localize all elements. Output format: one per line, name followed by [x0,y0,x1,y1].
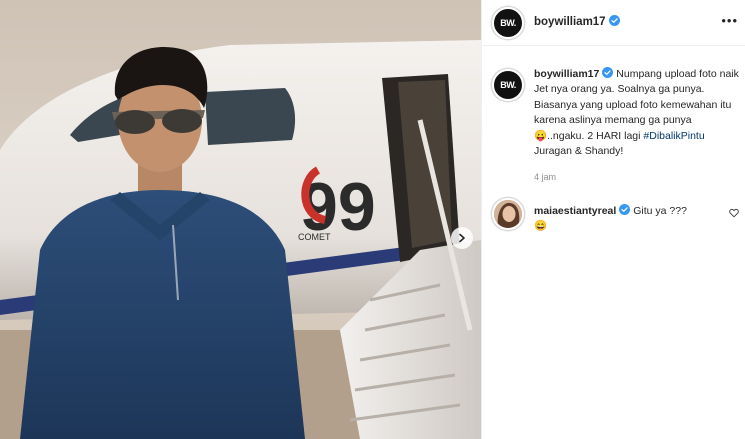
comment-body: Gitu ya ??? [633,205,687,217]
more-options-button[interactable]: ••• [721,14,738,27]
post-photo[interactable]: 99 COMET [0,0,481,439]
post-header: BW. boywilliam17 ••• [482,0,745,46]
hashtag-link[interactable]: #DibalikPintu [643,130,704,142]
caption-body-2: ..ngaku. 2 HARI lagi [547,129,644,142]
caption-body-3: Juragan & Shandy! [534,145,624,158]
heart-icon[interactable] [729,208,739,218]
caption-username-link[interactable]: boywilliam17 [534,68,599,80]
caption-text: boywilliam17 Numpang upload foto naik Je… [534,67,739,159]
comment-text-row: maiaestiantyreal Gitu ya ??? 😄 [534,204,719,234]
post-side-panel: BW. boywilliam17 ••• BW. boywilliam17 Nu… [481,0,745,439]
photo-illustration: 99 COMET [0,0,481,439]
author-username-row: boywilliam17 [534,15,620,28]
verified-badge-icon [619,204,631,215]
tongue-emoji: 😛 [534,129,548,142]
caption-author-avatar[interactable]: BW. [492,69,524,101]
jet-logo-comet: COMET [298,232,331,242]
commenter-photo [494,200,522,228]
laughing-emoji: 😄 [534,220,548,232]
commenter-username-link[interactable]: maiaestiantyreal [534,205,616,217]
commenter-avatar[interactable] [492,198,524,230]
author-avatar[interactable]: BW. [492,7,524,39]
next-photo-button[interactable] [451,227,473,249]
chevron-right-icon [459,233,465,243]
author-username-link[interactable]: boywilliam17 [534,16,606,28]
verified-badge-icon [608,15,620,26]
post-timestamp[interactable]: 4 jam [534,172,556,182]
verified-badge-icon [602,67,614,78]
